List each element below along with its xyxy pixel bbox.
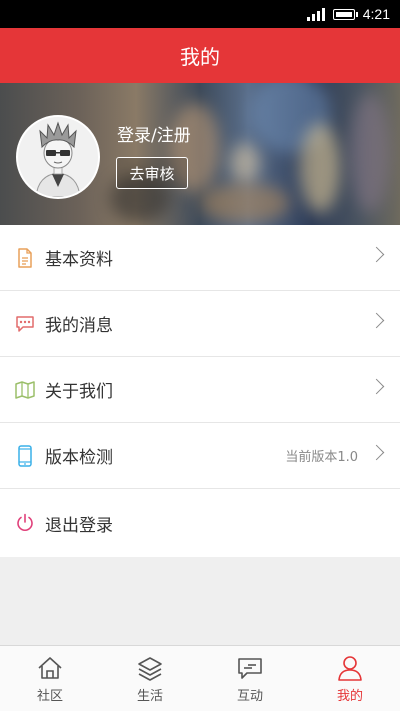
profile-header: 登录/注册 去审核 (0, 83, 400, 225)
menu-item-label: 退出登录 (45, 515, 113, 536)
avatar[interactable] (16, 115, 100, 199)
menu-item-about-us[interactable]: 关于我们 (0, 357, 400, 423)
avatar-illustration (35, 121, 81, 197)
chevron-right-icon (368, 312, 385, 329)
menu-item-label: 关于我们 (45, 382, 113, 402)
document-icon (15, 247, 35, 268)
power-icon (15, 513, 35, 533)
status-bar: 4:21 (0, 0, 400, 28)
chat-icon (238, 657, 262, 679)
menu-item-label: 基本资料 (45, 250, 113, 270)
settings-menu: 基本资料 我的消息 关于我们 版本检测 当前版本1.0 退出登录 (0, 225, 400, 557)
signal-icon (306, 7, 325, 21)
current-version-text: 当前版本1.0 (285, 450, 358, 465)
nav-tab-community[interactable]: 社区 (0, 646, 100, 711)
login-register-link[interactable]: 登录/注册 (117, 121, 191, 146)
nav-tab-interact[interactable]: 互动 (200, 646, 300, 711)
layers-icon (138, 656, 162, 681)
menu-item-profile-info[interactable]: 基本资料 (0, 225, 400, 291)
message-icon (15, 314, 35, 334)
chevron-right-icon (368, 444, 385, 461)
nav-label: 社区 (36, 688, 63, 704)
nav-tab-life[interactable]: 生活 (100, 646, 200, 711)
nav-label: 互动 (236, 688, 263, 704)
map-icon (15, 380, 35, 400)
menu-item-label: 我的消息 (45, 316, 113, 336)
page-title-bar: 我的 (0, 28, 400, 83)
status-indicators: 4:21 (306, 0, 390, 28)
review-button[interactable]: 去审核 (116, 157, 188, 189)
user-icon (338, 655, 362, 681)
nav-tab-mine[interactable]: 我的 (300, 646, 400, 711)
battery-icon (332, 8, 358, 20)
phone-icon (15, 444, 35, 467)
bottom-navigation: 社区 生活 互动 我的 (0, 645, 400, 711)
nav-label: 生活 (136, 688, 163, 704)
menu-item-my-messages[interactable]: 我的消息 (0, 291, 400, 357)
menu-item-label: 版本检测 (45, 448, 113, 468)
nav-label: 我的 (336, 688, 363, 704)
page-title: 我的 (180, 45, 220, 69)
status-time: 4:21 (362, 6, 390, 22)
home-icon (38, 656, 62, 679)
menu-item-logout[interactable]: 退出登录 (0, 489, 400, 557)
chevron-right-icon (368, 246, 385, 263)
menu-item-version-check[interactable]: 版本检测 当前版本1.0 (0, 423, 400, 489)
chevron-right-icon (368, 378, 385, 395)
